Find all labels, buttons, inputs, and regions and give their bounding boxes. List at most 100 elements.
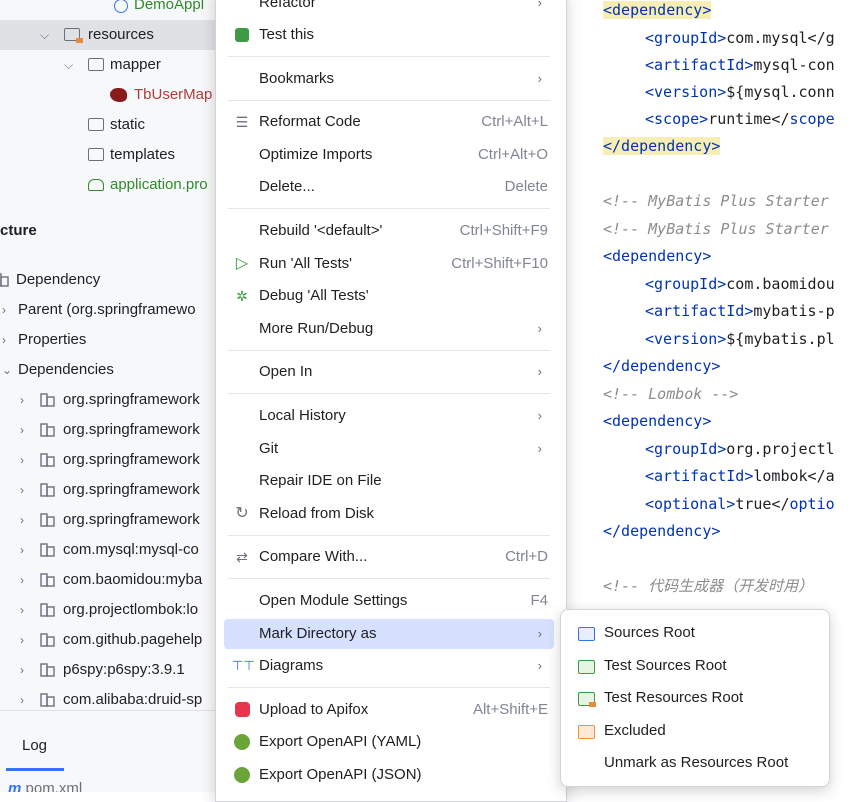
submenu-item-sources-root[interactable]: Sources Root bbox=[568, 618, 823, 648]
chevron-right-icon[interactable]: › bbox=[2, 295, 6, 325]
reformat-icon: ☰ bbox=[235, 114, 249, 130]
tree-item-static[interactable]: static bbox=[0, 110, 230, 140]
chevron-right-icon: › bbox=[537, 71, 542, 86]
chevron-down-icon[interactable]: ⌄ bbox=[2, 355, 12, 385]
menu-item-compare-with[interactable]: ⇄ Compare With... Ctrl+D bbox=[224, 542, 554, 572]
dependency-icon bbox=[40, 393, 55, 407]
folder-icon bbox=[88, 148, 104, 161]
menu-separator bbox=[228, 393, 550, 394]
excluded-folder-icon bbox=[578, 725, 595, 739]
tree-item-mapper[interactable]: ⌵ mapper bbox=[0, 50, 230, 80]
chevron-right-icon[interactable]: › bbox=[20, 595, 24, 625]
dependency-icon bbox=[40, 423, 55, 437]
chevron-right-icon[interactable]: › bbox=[20, 475, 24, 505]
chevron-right-icon: › bbox=[537, 0, 542, 10]
submenu-item-excluded[interactable]: Excluded bbox=[568, 716, 823, 746]
chevron-down-icon[interactable]: ⌵ bbox=[40, 20, 49, 50]
structure-dep-row[interactable]: › org.springframework bbox=[0, 475, 230, 505]
code-line: <dependency> bbox=[603, 1, 712, 19]
chevron-right-icon[interactable]: › bbox=[20, 625, 24, 655]
dependency-icon bbox=[40, 543, 55, 557]
menu-item-mark-directory-as[interactable]: Mark Directory as › bbox=[224, 619, 554, 649]
menu-separator bbox=[228, 100, 550, 101]
submenu-item-test-resources-root[interactable]: Test Resources Root bbox=[568, 683, 823, 713]
openapi-icon bbox=[232, 733, 252, 751]
openapi-icon bbox=[232, 766, 252, 784]
dependency-icon bbox=[40, 633, 55, 647]
menu-item-debug-all-tests[interactable]: ✲ Debug 'All Tests' bbox=[224, 281, 554, 311]
structure-dep-row[interactable]: › p6spy:p6spy:3.9.1 bbox=[0, 655, 230, 685]
menu-item-optimize-imports[interactable]: Optimize Imports Ctrl+Alt+O bbox=[224, 140, 554, 170]
code-comment: <!-- 代码生成器（开发时用） bbox=[603, 577, 814, 595]
menu-item-export-openapi-json[interactable]: Export OpenAPI (JSON) bbox=[224, 760, 554, 790]
structure-dep-row[interactable]: › org.springframework bbox=[0, 385, 230, 415]
menu-item-upload-apifox[interactable]: Upload to Apifox Alt+Shift+E bbox=[224, 695, 554, 725]
tree-item-demoapp[interactable]: DemoAppl bbox=[0, 0, 230, 20]
menu-item-rebuild[interactable]: Rebuild '<default>' Ctrl+Shift+F9 bbox=[224, 216, 554, 246]
structure-item-dependency[interactable]: Dependency bbox=[0, 265, 230, 295]
chevron-down-icon[interactable]: ⌵ bbox=[64, 50, 73, 80]
code-line: <groupId>org.projectl bbox=[645, 440, 835, 458]
menu-item-open-in[interactable]: Open In › bbox=[224, 357, 554, 387]
menu-separator bbox=[228, 687, 550, 688]
chevron-right-icon[interactable]: › bbox=[20, 445, 24, 475]
chevron-right-icon[interactable]: › bbox=[20, 565, 24, 595]
tree-item-templates[interactable]: templates bbox=[0, 140, 230, 170]
menu-item-bookmarks[interactable]: Bookmarks › bbox=[224, 64, 554, 94]
structure-panel-title: cture bbox=[0, 222, 37, 239]
maven-icon: m bbox=[8, 780, 22, 792]
menu-item-run-all-tests[interactable]: ▷ Run 'All Tests' Ctrl+Shift+F10 bbox=[224, 249, 554, 279]
compare-icon: ⇄ bbox=[236, 549, 248, 565]
menu-item-test-this[interactable]: Test this bbox=[224, 20, 554, 50]
structure-item-properties[interactable]: › Properties bbox=[0, 325, 230, 355]
submenu-item-unmark[interactable]: Unmark as Resources Root bbox=[568, 748, 823, 778]
structure-dep-row[interactable]: › org.projectlombok:lo bbox=[0, 595, 230, 625]
menu-separator bbox=[228, 578, 550, 579]
structure-dep-row[interactable]: › com.baomidou:myba bbox=[0, 565, 230, 595]
menu-item-reformat-code[interactable]: ☰ Reformat Code Ctrl+Alt+L bbox=[224, 107, 554, 137]
tree-item-tbusermapper[interactable]: TbUserMap bbox=[0, 80, 230, 110]
chevron-right-icon: › bbox=[537, 321, 542, 336]
structure-dep-row[interactable]: › org.springframework bbox=[0, 445, 230, 475]
structure-dep-row[interactable]: › org.springframework bbox=[0, 505, 230, 535]
pom-file-tab[interactable]: m pom.xml bbox=[8, 780, 82, 792]
menu-item-export-openapi-yaml[interactable]: Export OpenAPI (YAML) bbox=[224, 727, 554, 757]
debug-bug-icon: ✲ bbox=[236, 288, 248, 304]
menu-item-delete[interactable]: Delete... Delete bbox=[224, 172, 554, 202]
dependency-icon bbox=[40, 453, 55, 467]
tree-item-application[interactable]: application.pro bbox=[0, 170, 230, 200]
code-line: <groupId>com.mysql</g bbox=[645, 29, 835, 47]
code-line: <artifactId>mybatis-p bbox=[645, 302, 835, 320]
log-tab[interactable]: Log bbox=[22, 737, 47, 754]
structure-dep-row[interactable]: › com.mysql:mysql-co bbox=[0, 535, 230, 565]
apifox-icon bbox=[232, 701, 252, 719]
menu-item-diagrams[interactable]: ⊤⊤ Diagrams › bbox=[224, 651, 554, 681]
menu-item-repair-ide[interactable]: Repair IDE on File bbox=[224, 466, 554, 496]
chevron-right-icon[interactable]: › bbox=[20, 415, 24, 445]
menu-item-local-history[interactable]: Local History › bbox=[224, 401, 554, 431]
structure-item-dependencies[interactable]: ⌄ Dependencies bbox=[0, 355, 230, 385]
menu-item-refactor[interactable]: Refactor › bbox=[224, 0, 554, 18]
structure-dep-row[interactable]: › org.springframework bbox=[0, 415, 230, 445]
chevron-right-icon[interactable]: › bbox=[20, 505, 24, 535]
chevron-right-icon[interactable]: › bbox=[20, 535, 24, 565]
chevron-right-icon[interactable]: › bbox=[2, 325, 6, 355]
spring-file-icon bbox=[114, 0, 128, 13]
chevron-right-icon[interactable]: › bbox=[20, 385, 24, 415]
tree-item-resources[interactable]: ⌵ resources bbox=[0, 20, 230, 50]
menu-item-git[interactable]: Git › bbox=[224, 434, 554, 464]
dependency-icon bbox=[0, 273, 9, 287]
project-panel: DemoAppl ⌵ resources ⌵ mapper TbUserMap … bbox=[0, 0, 230, 792]
code-line: </dependency> bbox=[603, 522, 721, 540]
submenu-item-test-sources-root[interactable]: Test Sources Root bbox=[568, 651, 823, 681]
menu-item-reload-from-disk[interactable]: ↻ Reload from Disk bbox=[224, 499, 554, 529]
dependency-icon bbox=[40, 573, 55, 587]
menu-item-more-run-debug[interactable]: More Run/Debug › bbox=[224, 314, 554, 344]
structure-item-parent[interactable]: › Parent (org.springframewo bbox=[0, 295, 230, 325]
code-comment: <!-- MyBatis Plus Starter bbox=[603, 220, 829, 238]
menu-item-open-module-settings[interactable]: Open Module Settings F4 bbox=[224, 586, 554, 616]
code-line: <groupId>com.baomidou bbox=[645, 275, 835, 293]
menu-separator bbox=[228, 535, 550, 536]
chevron-right-icon[interactable]: › bbox=[20, 655, 24, 685]
structure-dep-row[interactable]: › com.github.pagehelp bbox=[0, 625, 230, 655]
